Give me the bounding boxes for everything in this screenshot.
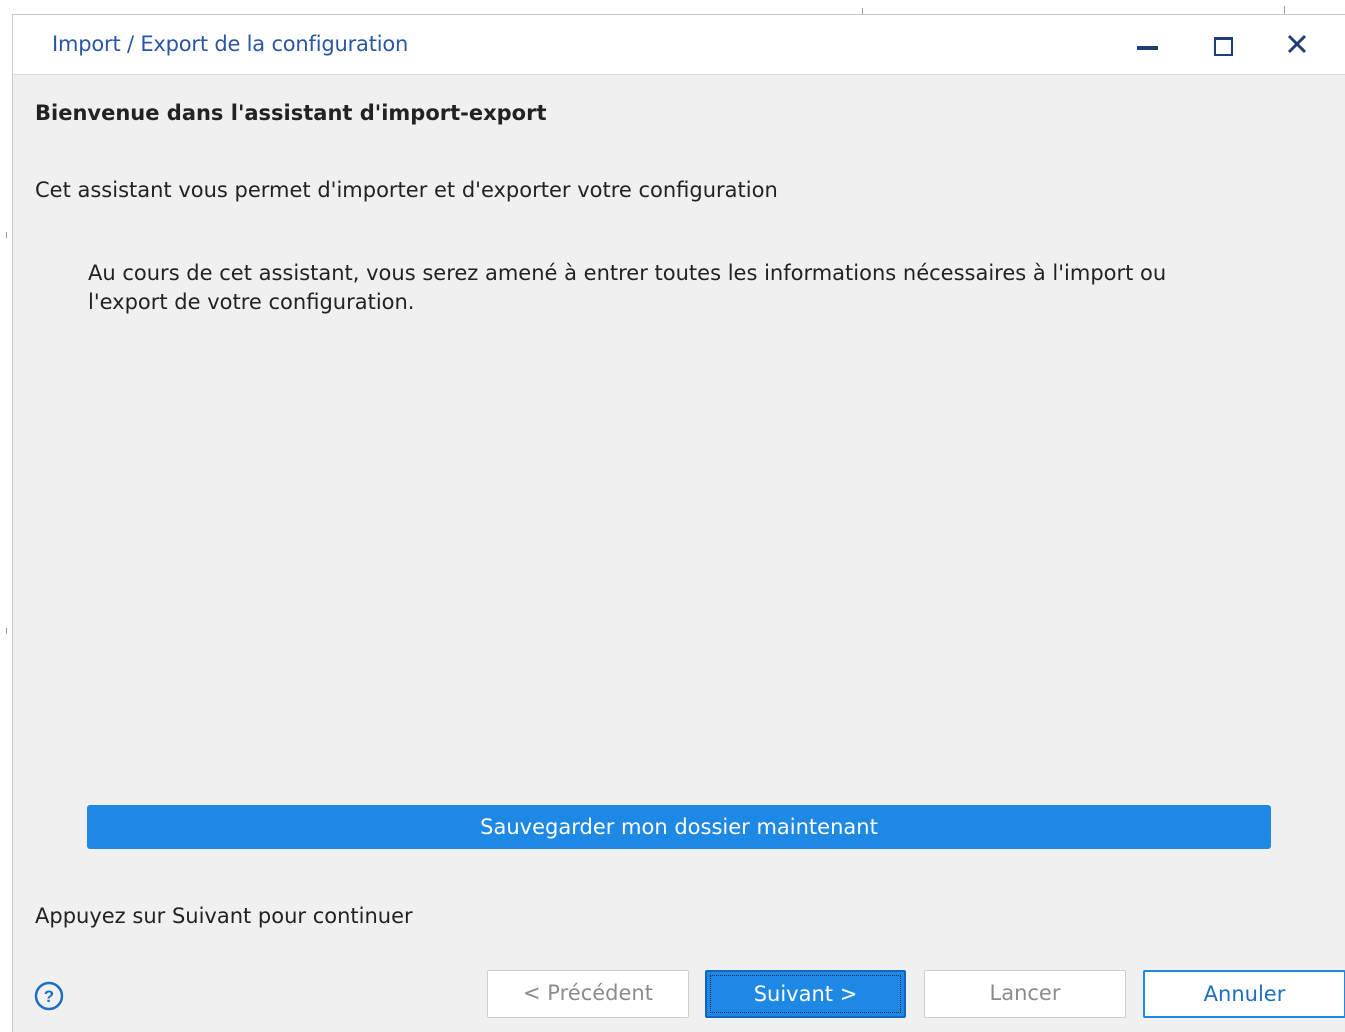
save-folder-button[interactable]: Sauvegarder mon dossier maintenant xyxy=(87,805,1271,849)
background-mark xyxy=(6,628,7,634)
import-export-dialog: Import / Export de la configuration Bien… xyxy=(12,14,1345,1032)
minimize-icon xyxy=(1137,46,1158,50)
next-button-label: Suivant > xyxy=(753,982,858,1006)
maximize-button[interactable] xyxy=(1201,25,1245,65)
description-text: Au cours de cet assistant, vous serez am… xyxy=(88,261,1167,314)
intro-text: Cet assistant vous permet d'importer et … xyxy=(35,178,778,202)
previous-button[interactable]: < Précédent xyxy=(487,970,689,1018)
close-button[interactable] xyxy=(1275,25,1319,65)
svg-text:?: ? xyxy=(44,987,54,1006)
background-mark xyxy=(6,232,7,238)
close-icon xyxy=(1287,34,1307,54)
window-title: Import / Export de la configuration xyxy=(52,32,409,56)
background-mark xyxy=(1284,6,1285,14)
launch-button[interactable]: Lancer xyxy=(924,970,1126,1018)
help-icon[interactable]: ? xyxy=(34,981,64,1011)
cancel-button[interactable]: Annuler xyxy=(1143,970,1345,1018)
continue-hint: Appuyez sur Suivant pour continuer xyxy=(35,904,413,928)
screen: Import / Export de la configuration Bien… xyxy=(0,0,1345,1032)
title-bar[interactable]: Import / Export de la configuration xyxy=(13,15,1345,75)
page-heading: Bienvenue dans l'assistant d'import-expo… xyxy=(35,101,547,125)
maximize-icon xyxy=(1214,37,1233,56)
minimize-button[interactable] xyxy=(1126,25,1170,65)
next-button[interactable]: Suivant > xyxy=(705,970,906,1018)
